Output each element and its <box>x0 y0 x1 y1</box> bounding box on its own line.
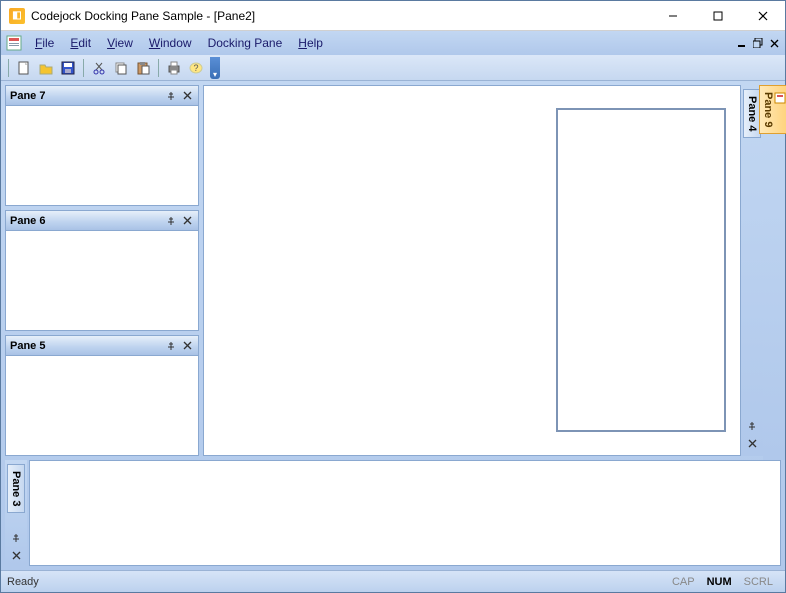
statusbar: Ready CAP NUM SCRL <box>1 570 785 592</box>
pane-header[interactable]: Pane 5 <box>6 336 198 356</box>
pane-6: Pane 6 <box>5 210 199 331</box>
close-button[interactable] <box>740 1 785 31</box>
mdi-system-icon[interactable] <box>5 34 23 52</box>
child-window[interactable] <box>556 108 726 432</box>
paste-button[interactable] <box>133 58 153 78</box>
close-icon[interactable] <box>180 214 194 228</box>
app-icon: ◧ <box>9 8 25 24</box>
indicator-scrl: SCRL <box>738 576 779 588</box>
toolbar-separator <box>83 59 84 77</box>
titlebar: ◧ Codejock Docking Pane Sample - [Pane2] <box>1 1 785 31</box>
mdi-minimize-button[interactable] <box>735 36 749 50</box>
save-button[interactable] <box>58 58 78 78</box>
pane-title: Pane 6 <box>10 215 162 227</box>
pane-body <box>6 356 198 455</box>
svg-text:?: ? <box>193 63 198 73</box>
menu-help[interactable]: Help <box>290 34 331 52</box>
status-message: Ready <box>7 576 666 588</box>
close-icon[interactable] <box>180 339 194 353</box>
pane-body <box>6 231 198 330</box>
indicator-num: NUM <box>701 576 738 588</box>
toolbar-overflow-button[interactable]: ▾ <box>210 57 220 79</box>
toolbar-grip[interactable] <box>8 59 9 77</box>
menubar: File Edit View Window Docking Pane Help <box>1 31 785 55</box>
close-icon[interactable] <box>9 548 23 562</box>
toolbar: ? ▾ <box>1 55 785 81</box>
maximize-button[interactable] <box>695 1 740 31</box>
close-icon[interactable] <box>180 89 194 103</box>
menu-view[interactable]: View <box>99 34 141 52</box>
autohide-right-strip: Pane 4 <box>741 85 763 456</box>
client-area: Pane 7 Pane 6 Pane 5 <box>1 81 785 570</box>
menu-edit[interactable]: Edit <box>62 34 99 52</box>
pin-icon[interactable] <box>745 419 759 433</box>
pane-title: Pane 7 <box>10 90 162 102</box>
pane-title: Pane 5 <box>10 340 162 352</box>
pane-header[interactable]: Pane 6 <box>6 211 198 231</box>
pane-5: Pane 5 <box>5 335 199 456</box>
copy-button[interactable] <box>111 58 131 78</box>
autohide-tab-pane-3[interactable]: Pane 3 <box>7 464 25 513</box>
open-button[interactable] <box>36 58 56 78</box>
left-dock: Pane 7 Pane 6 Pane 5 <box>1 81 199 460</box>
pane-header[interactable]: Pane 7 <box>6 86 198 106</box>
indicator-cap: CAP <box>666 576 701 588</box>
pin-icon[interactable] <box>164 89 178 103</box>
bottom-dock: Pane 3 <box>1 460 785 570</box>
pane-7: Pane 7 <box>5 85 199 206</box>
menu-file[interactable]: File <box>27 34 62 52</box>
pin-icon[interactable] <box>9 531 23 545</box>
menu-window[interactable]: Window <box>141 34 200 52</box>
document-area[interactable] <box>203 85 741 456</box>
pane-3-body <box>29 460 781 566</box>
about-button[interactable]: ? <box>186 58 206 78</box>
pin-icon[interactable] <box>164 214 178 228</box>
mdi-controls <box>735 36 781 50</box>
print-button[interactable] <box>164 58 184 78</box>
autohide-tab-pane-9[interactable]: Pane 9 <box>759 85 786 134</box>
new-button[interactable] <box>14 58 34 78</box>
mdi-close-button[interactable] <box>767 36 781 50</box>
autohide-controls <box>9 531 23 562</box>
autohide-tab-label: Pane 9 <box>762 92 774 127</box>
autohide-controls <box>745 419 759 450</box>
center-wrap: Pane 4 <box>199 81 763 460</box>
close-icon[interactable] <box>745 436 759 450</box>
autohide-bottom-strip: Pane 3 <box>5 460 27 566</box>
menu-docking-pane[interactable]: Docking Pane <box>200 34 291 52</box>
cut-button[interactable] <box>89 58 109 78</box>
mdi-restore-button[interactable] <box>751 36 765 50</box>
pin-icon[interactable] <box>164 339 178 353</box>
pane-body <box>6 106 198 205</box>
toolbar-separator <box>158 59 159 77</box>
autohide-far-right-strip: Pane 9 <box>763 81 785 460</box>
window-title: Codejock Docking Pane Sample - [Pane2] <box>31 9 650 23</box>
minimize-button[interactable] <box>650 1 695 31</box>
